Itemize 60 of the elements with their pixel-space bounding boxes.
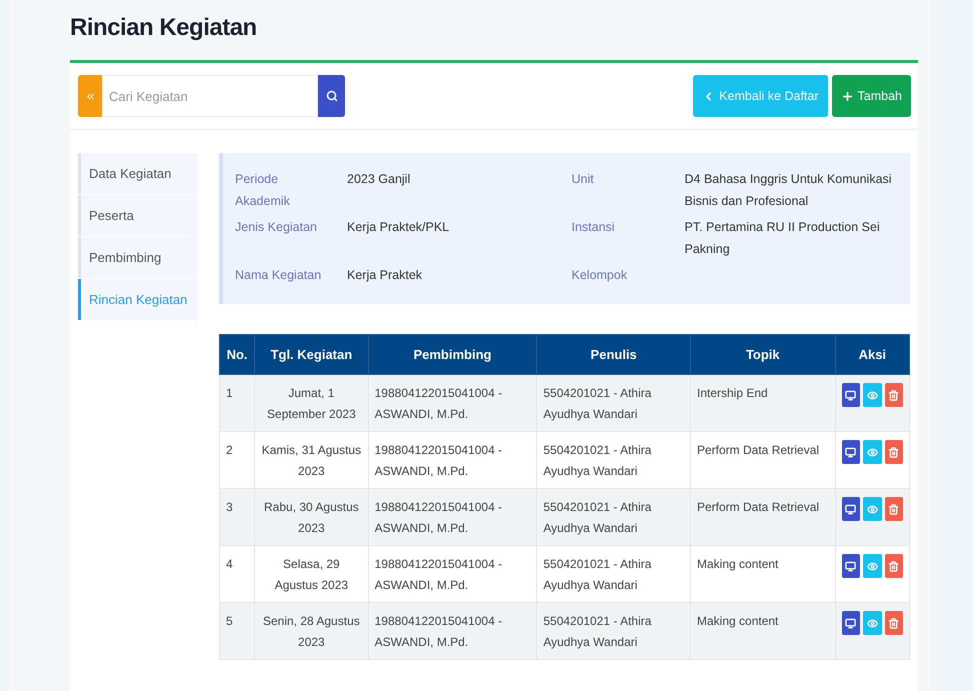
- search-icon: [326, 90, 338, 102]
- search-field[interactable]: Cari Kegiatan: [102, 75, 318, 117]
- info-value: PT. Pertamina RU II Production Sei Pakning: [684, 219, 881, 258]
- eye-icon: [866, 618, 878, 628]
- sidebar-item[interactable]: Pembimbing: [78, 237, 196, 278]
- info-label: Jenis Kegiatan: [235, 219, 318, 236]
- search-button[interactable]: [318, 75, 345, 117]
- trash-icon: [888, 390, 900, 400]
- table-cell: 198804122015041004 - ASWANDI, M.Pd.: [368, 602, 537, 660]
- table-cell: 4: [220, 546, 255, 602]
- monitor-icon: [845, 390, 856, 400]
- monitor-button[interactable]: [842, 383, 860, 407]
- sidebar-item[interactable]: Peserta: [78, 195, 196, 236]
- table-cell: 3: [220, 488, 255, 546]
- info-label: Instansi: [572, 219, 616, 236]
- monitor-icon: [845, 560, 856, 572]
- delete-button[interactable]: [884, 383, 903, 407]
- info-value: 2023 Ganjil: [347, 171, 412, 188]
- table-cell: 5: [220, 602, 255, 660]
- eye-icon: [866, 504, 878, 514]
- plus-icon: [840, 90, 854, 102]
- trash-icon: [888, 618, 900, 628]
- column-header: Penulis: [536, 334, 690, 374]
- page-title: Rincian Kegiatan: [70, 13, 258, 43]
- info-value: Kerja Praktek/PKL: [347, 219, 450, 236]
- table-cell: 2: [220, 432, 255, 488]
- sidebar-item[interactable]: Data Kegiatan: [78, 153, 196, 194]
- column-header: Tgl. Kegiatan: [254, 334, 368, 374]
- column-header: Topik: [690, 334, 836, 374]
- delete-button[interactable]: [884, 611, 903, 635]
- monitor-icon: [845, 504, 856, 514]
- eye-icon: [866, 560, 878, 572]
- column-header: Pembimbing: [368, 334, 537, 374]
- trash-icon: [888, 446, 900, 458]
- monitor-button[interactable]: [842, 611, 860, 635]
- table-cell: 5504201021 - Athira Ayudhya Wandari: [536, 602, 690, 660]
- delete-button[interactable]: [884, 554, 903, 578]
- column-header: Aksi: [835, 334, 910, 374]
- delete-button[interactable]: [884, 497, 903, 521]
- info-label: Unit: [572, 171, 595, 188]
- monitor-icon: [845, 446, 856, 458]
- monitor-button[interactable]: [842, 440, 860, 464]
- table-cell: Senin, 28 Agustus 2023: [254, 602, 368, 660]
- column-header: No.: [220, 334, 255, 374]
- monitor-button[interactable]: [842, 554, 860, 578]
- monitor-icon: [845, 618, 856, 628]
- trash-icon: [888, 560, 900, 572]
- table-cell: Making content: [690, 602, 836, 660]
- delete-button[interactable]: [884, 440, 903, 464]
- info-label: Periode Akademik: [235, 171, 291, 210]
- eye-icon: [866, 446, 878, 458]
- info-label: Kelompok: [572, 267, 628, 284]
- eye-icon: [866, 390, 878, 400]
- info-value: Kerja Praktek: [347, 267, 424, 284]
- table-cell: 1: [220, 374, 255, 432]
- monitor-button[interactable]: [842, 497, 860, 521]
- info-label: Nama Kegiatan: [235, 267, 322, 284]
- info-value: D4 Bahasa Inggris Untuk Komunikasi Bisnis dan Profesional: [684, 171, 893, 210]
- double-chevron-icon: [84, 90, 96, 102]
- trash-icon: [888, 504, 900, 514]
